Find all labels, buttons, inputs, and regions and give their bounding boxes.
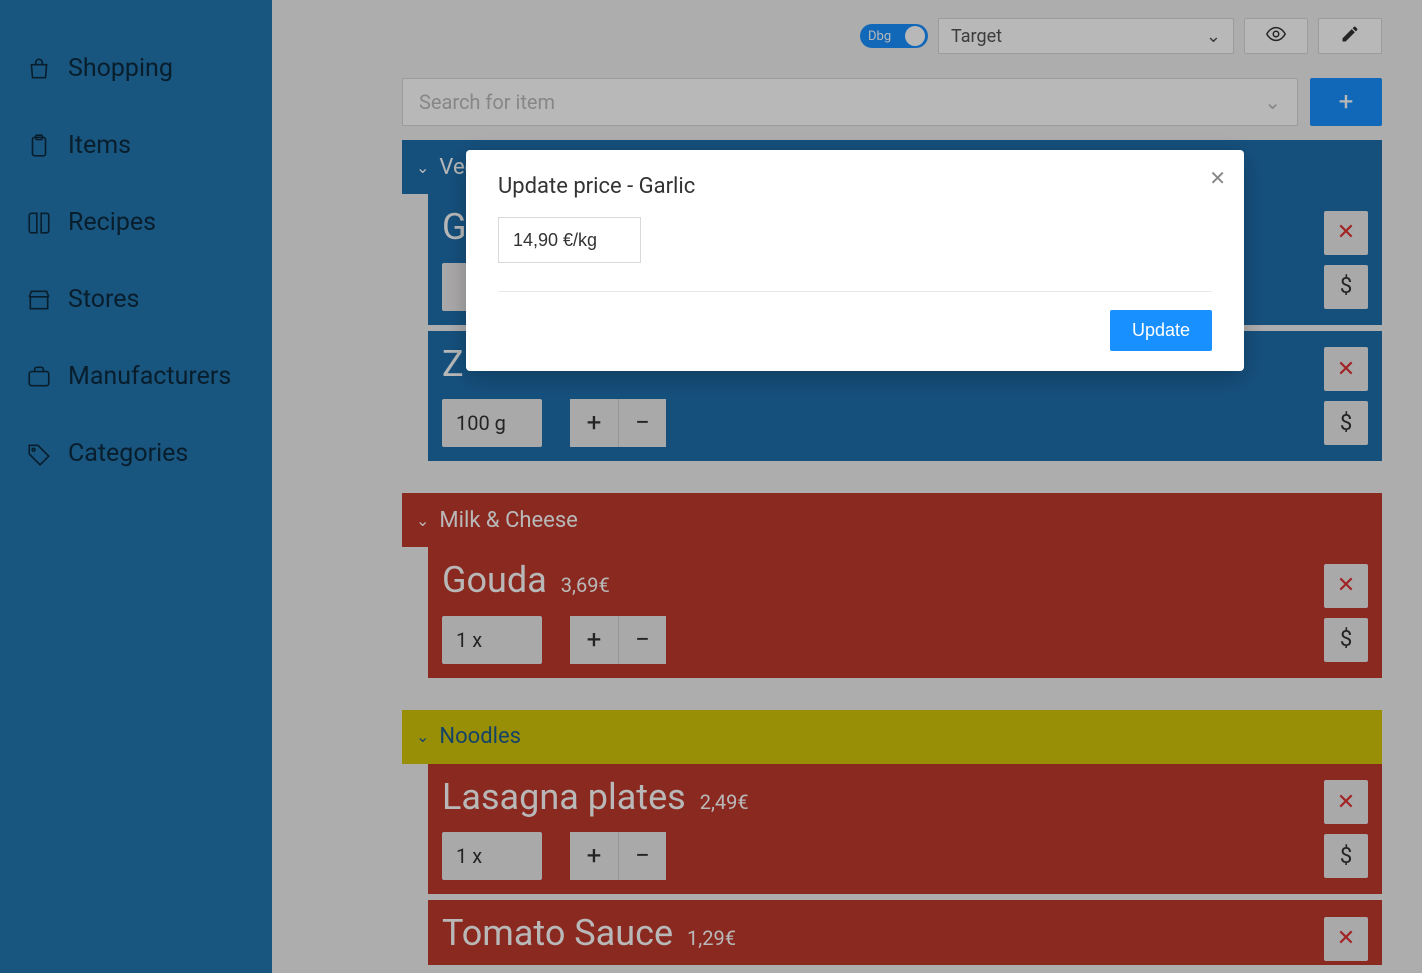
modal-close-button[interactable]: ✕ bbox=[1209, 166, 1226, 191]
modal-overlay[interactable]: ✕ Update price - Garlic Update bbox=[0, 0, 1422, 973]
divider bbox=[498, 291, 1212, 292]
modal-title: Update price - Garlic bbox=[498, 174, 1212, 199]
update-button[interactable]: Update bbox=[1110, 310, 1212, 351]
price-input[interactable] bbox=[498, 217, 641, 263]
close-icon: ✕ bbox=[1209, 168, 1226, 190]
update-price-modal: ✕ Update price - Garlic Update bbox=[466, 150, 1244, 371]
